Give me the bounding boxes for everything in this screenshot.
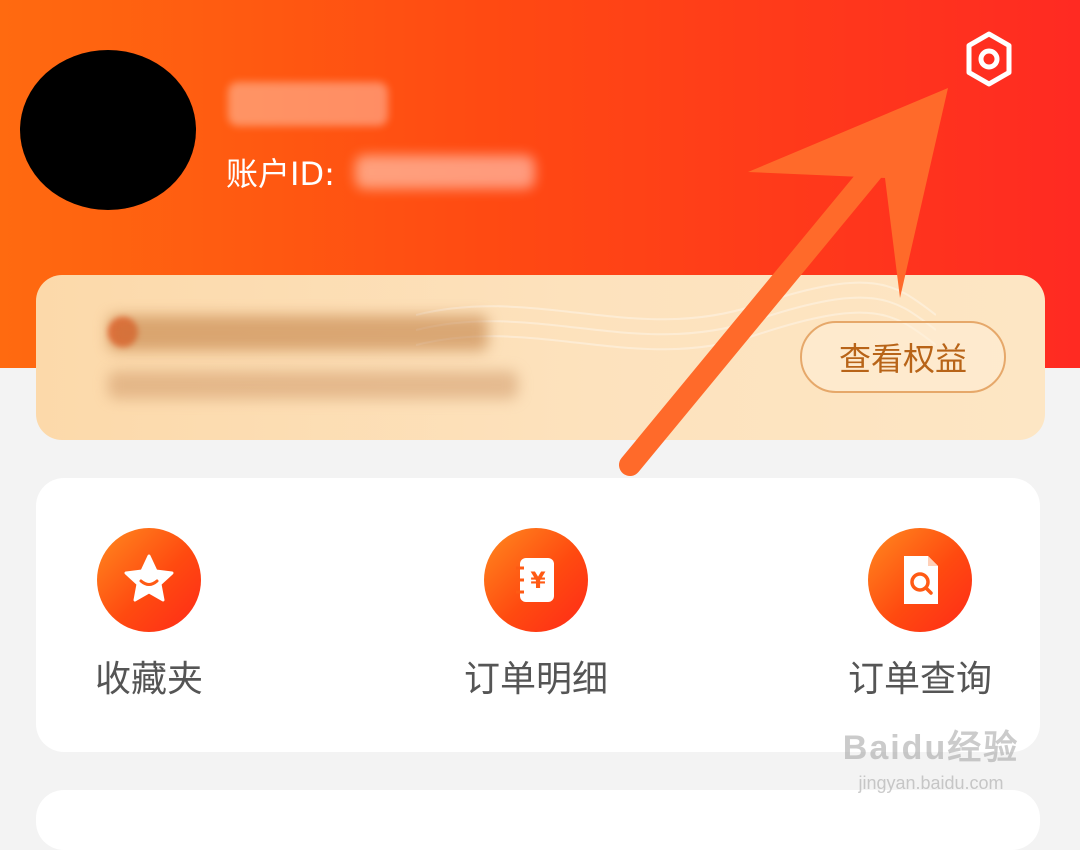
username-blurred [228, 82, 388, 126]
service-label: 收藏夹 [94, 659, 203, 700]
service-order-query[interactable]: 订单查询 [830, 528, 1010, 702]
avatar[interactable] [20, 50, 196, 210]
watermark-title: Baidu经验 [842, 729, 1020, 767]
service-favorites[interactable]: 收藏夹 [59, 528, 239, 702]
gear-icon [966, 31, 1012, 87]
star-smile-icon [97, 528, 201, 632]
member-benefits-card: 查看权益 [36, 275, 1045, 440]
watermark-url: jingyan.baidu.com [858, 773, 1004, 793]
member-title-blurred [108, 315, 488, 351]
services-panel: 收藏夹 ¥ 订单明细 订单查询 [36, 478, 1040, 752]
service-order-details[interactable]: ¥ 订单明细 [446, 528, 626, 702]
member-subtitle-blurred [108, 371, 518, 399]
account-id-label: 账户ID: [226, 155, 335, 193]
svg-text:¥: ¥ [530, 569, 546, 594]
service-label: 订单明细 [463, 659, 608, 700]
baidu-watermark: Baidu经验 jingyan.baidu.com [826, 720, 1036, 794]
next-panel [36, 790, 1040, 850]
document-search-icon [868, 528, 972, 632]
ledger-yen-icon: ¥ [484, 528, 588, 632]
account-id-row: 账户ID: [226, 150, 535, 194]
service-label: 订单查询 [847, 659, 992, 700]
settings-button[interactable] [958, 28, 1020, 90]
account-id-value-blurred [354, 155, 535, 189]
view-benefits-button[interactable]: 查看权益 [800, 321, 1006, 393]
